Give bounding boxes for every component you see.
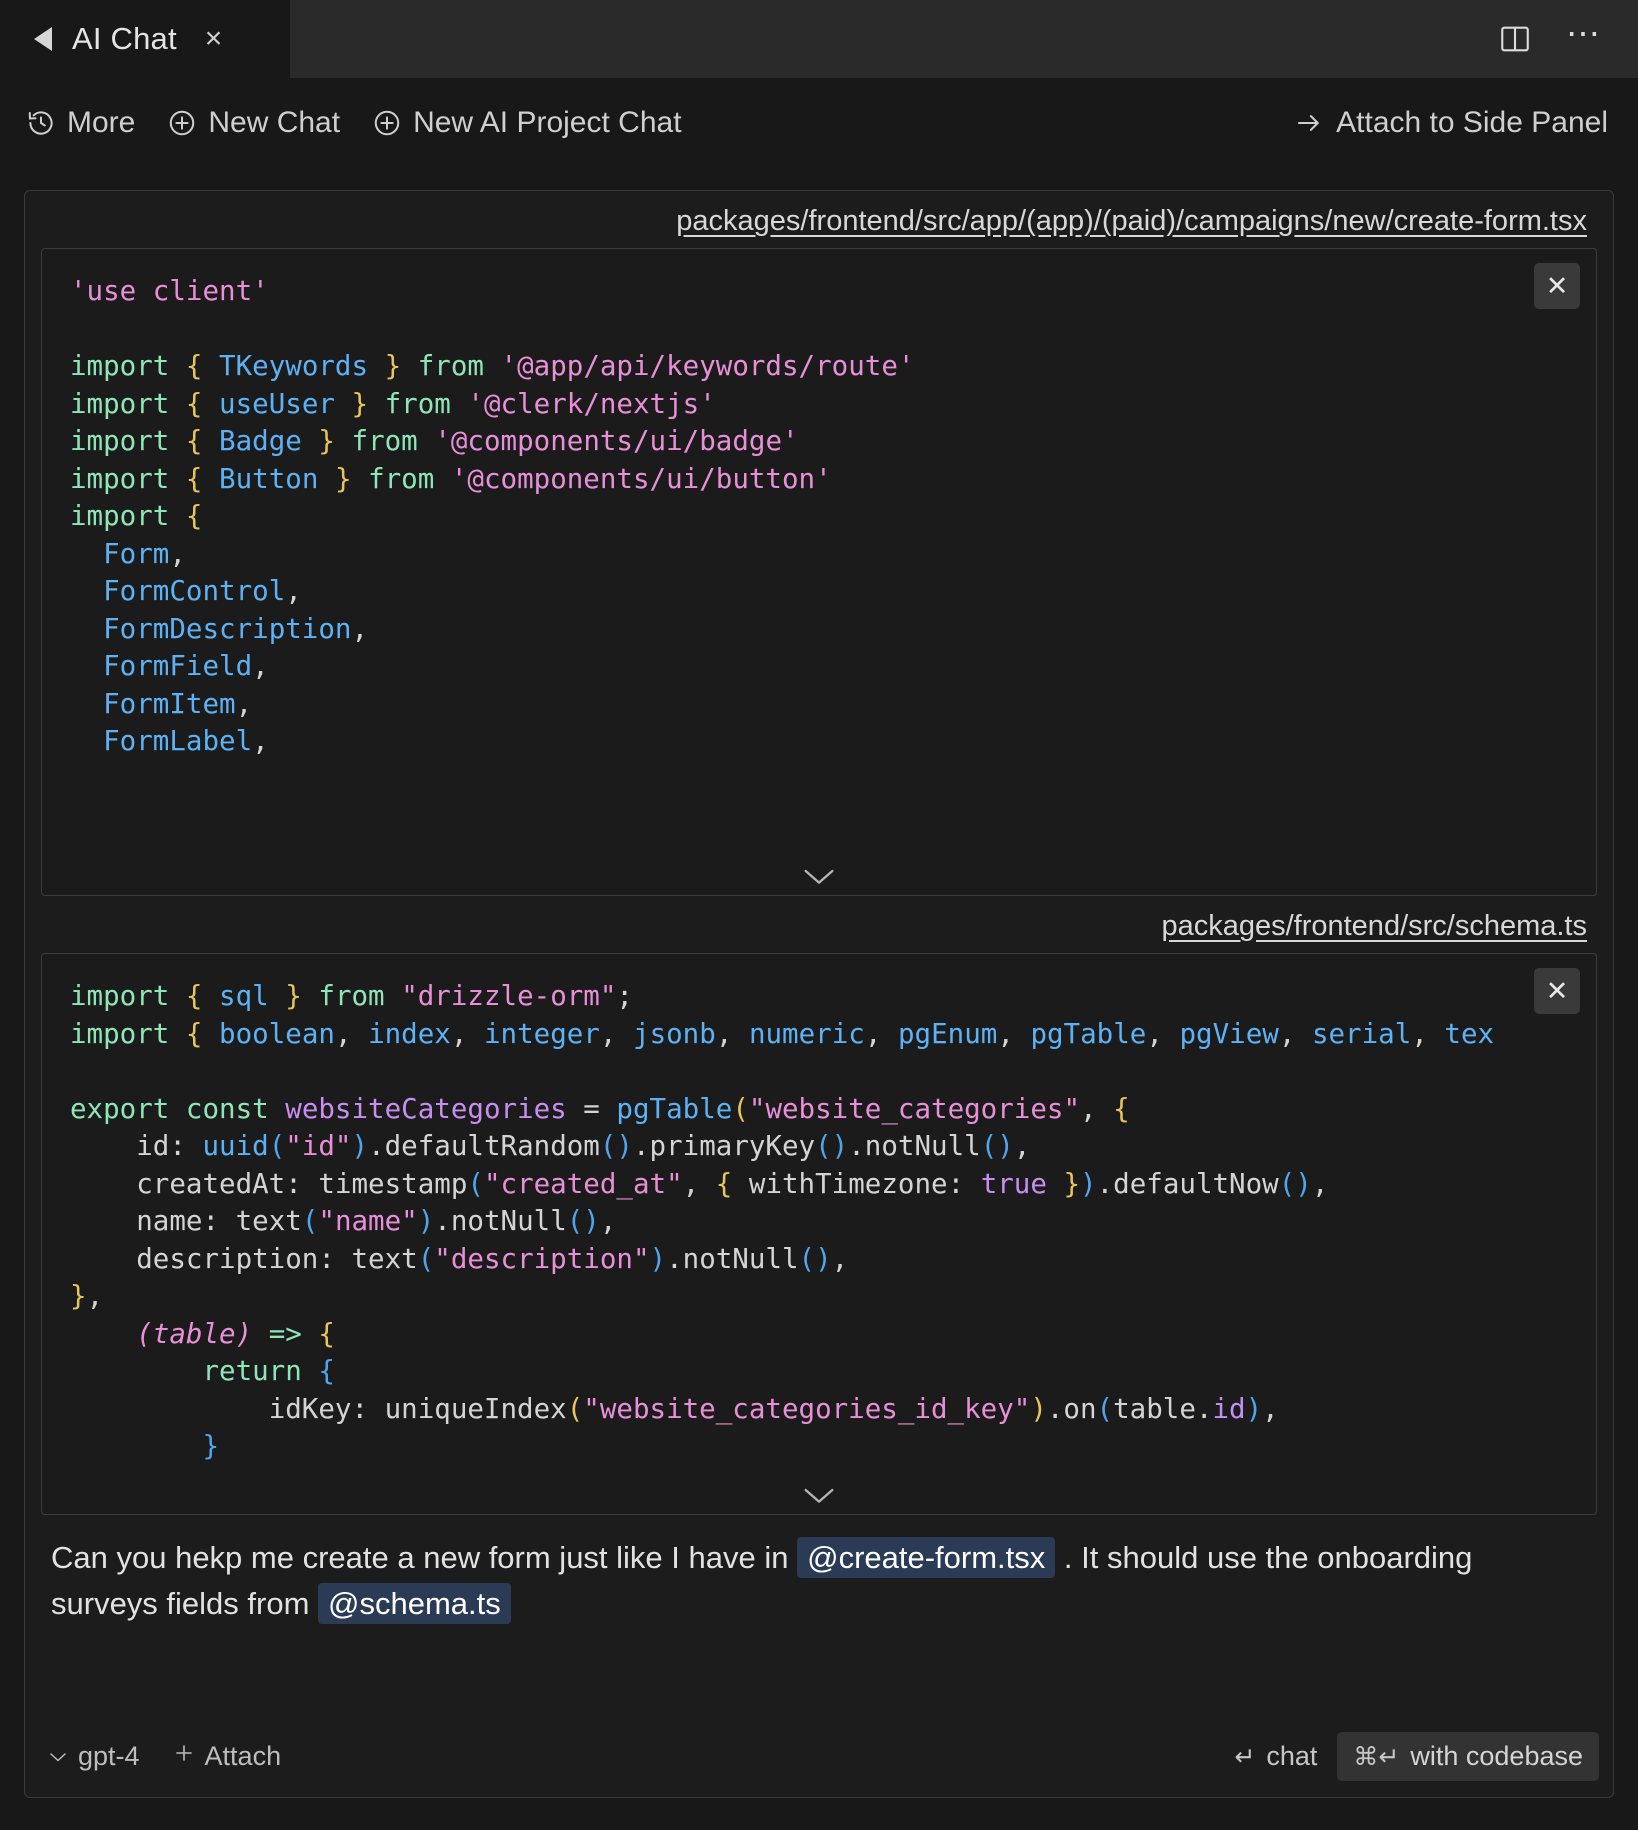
prompt-text[interactable]: Can you hekp me create a new form just l… <box>25 1515 1613 1627</box>
chevron-down-icon <box>47 1741 69 1772</box>
attach-to-side-panel-button[interactable]: Attach to Side Panel <box>1293 106 1608 140</box>
code-preview-schema: ✕ import { sql } from "drizzle-orm"; imp… <box>41 953 1597 1515</box>
attachment-schema: packages/frontend/src/schema.ts ✕ import… <box>25 896 1613 1515</box>
command-enter-key-icon: ⌘↵ <box>1353 1742 1399 1772</box>
file-path-link[interactable]: packages/frontend/src/schema.ts <box>1161 910 1587 943</box>
tab-ai-chat[interactable]: AI Chat × <box>0 0 290 78</box>
attach-side-panel-label: Attach to Side Panel <box>1336 106 1608 140</box>
send-chat-label: chat <box>1266 1741 1317 1772</box>
new-chat-button[interactable]: New Chat <box>167 106 340 140</box>
ellipsis-icon[interactable]: ⋯ <box>1566 17 1602 61</box>
plus-icon <box>172 1741 196 1772</box>
arrow-right-icon <box>1293 108 1325 138</box>
history-icon <box>26 108 56 138</box>
tab-bar: AI Chat × ⋯ <box>0 0 1638 78</box>
code-content: 'use client' import { TKeywords } from '… <box>42 249 1596 785</box>
file-path-link[interactable]: packages/frontend/src/app/(app)/(paid)/c… <box>676 205 1587 238</box>
plus-circle-icon <box>372 108 402 138</box>
new-ai-project-chat-button[interactable]: New AI Project Chat <box>372 106 681 140</box>
tab-title: AI Chat <box>72 21 177 57</box>
model-name: gpt-4 <box>78 1741 140 1772</box>
mention-schema[interactable]: @schema.ts <box>318 1583 511 1624</box>
split-editor-icon[interactable] <box>1498 22 1532 56</box>
enter-key-icon: ↵ <box>1234 1742 1255 1772</box>
send-chat-button[interactable]: ↵ chat <box>1224 1735 1327 1778</box>
attach-label: Attach <box>205 1741 282 1772</box>
chat-input-panel: packages/frontend/src/app/(app)/(paid)/c… <box>24 190 1614 1798</box>
file-path-row: packages/frontend/src/schema.ts <box>25 896 1613 953</box>
new-ai-project-chat-label: New AI Project Chat <box>413 106 681 140</box>
file-path-row: packages/frontend/src/app/(app)/(paid)/c… <box>25 191 1613 248</box>
send-with-codebase-button[interactable]: ⌘↵ with codebase <box>1337 1732 1599 1781</box>
plus-circle-icon <box>167 108 197 138</box>
close-icon[interactable]: × <box>205 24 223 54</box>
more-button[interactable]: More <box>26 106 135 140</box>
tab-bar-actions: ⋯ <box>1498 0 1638 78</box>
chat-toolbar: More New Chat New AI Project Chat <box>0 78 1638 168</box>
attach-button[interactable]: Attach <box>172 1741 282 1772</box>
expand-code-button[interactable] <box>42 863 1596 889</box>
attachment-create-form: packages/frontend/src/app/(app)/(paid)/c… <box>25 191 1613 896</box>
expand-code-button[interactable] <box>42 1482 1596 1508</box>
more-label: More <box>67 106 135 140</box>
model-selector[interactable]: gpt-4 <box>47 1741 140 1772</box>
with-codebase-label: with codebase <box>1410 1741 1583 1772</box>
code-content: import { sql } from "drizzle-orm"; impor… <box>42 954 1596 1490</box>
code-preview-create-form: ✕ 'use client' import { TKeywords } from… <box>41 248 1597 896</box>
close-icon[interactable]: ✕ <box>1534 968 1580 1014</box>
composer-toolbar: gpt-4 Attach ↵ chat ⌘↵ with codebase <box>25 1732 1613 1797</box>
cursor-logo-icon <box>34 27 52 51</box>
new-chat-label: New Chat <box>208 106 340 140</box>
tab-bar-spacer <box>290 0 1498 78</box>
prompt-part-1: Can you hekp me create a new form just l… <box>51 1540 788 1575</box>
close-icon[interactable]: ✕ <box>1534 263 1580 309</box>
mention-create-form[interactable]: @create-form.tsx <box>797 1537 1055 1578</box>
